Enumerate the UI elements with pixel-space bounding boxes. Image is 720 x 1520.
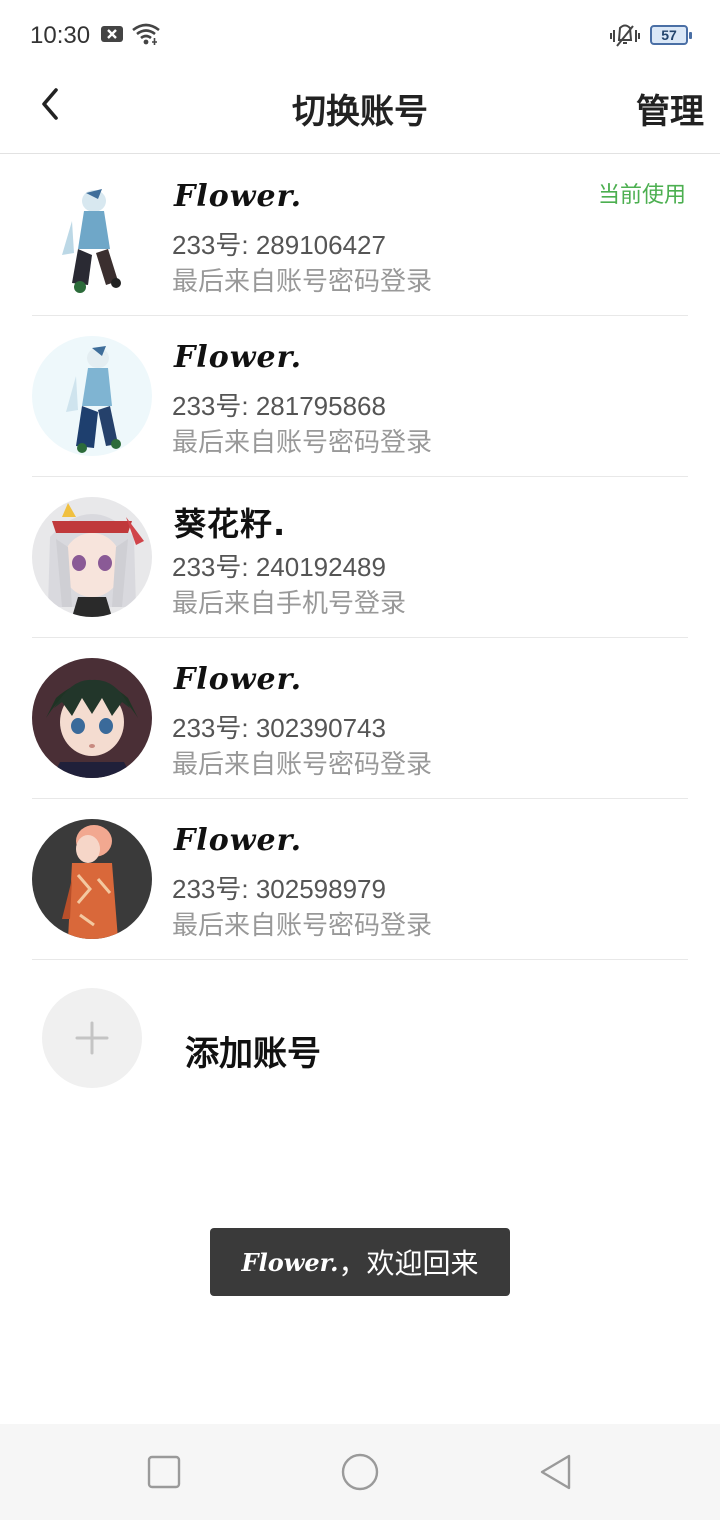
account-login-source: 最后来自账号密码登录	[172, 428, 433, 458]
avatar	[32, 175, 152, 295]
add-account-circle	[42, 988, 142, 1088]
avatar	[32, 497, 152, 617]
chevron-left-icon	[42, 88, 58, 120]
divider	[32, 959, 688, 960]
home-circle-icon[interactable]	[340, 1452, 380, 1492]
back-button[interactable]	[30, 82, 74, 126]
account-item[interactable]: 葵花籽. 233号: 240192489 最后来自手机号登录	[0, 477, 720, 638]
battery-icon: 57	[650, 25, 692, 45]
account-uid: 233号: 281795868	[172, 391, 386, 421]
account-login-source: 最后来自账号密码登录	[172, 911, 433, 941]
account-nickname: Flower.	[174, 340, 303, 375]
account-uid: 233号: 302390743	[172, 713, 386, 743]
toast-name: Flower.	[241, 1247, 339, 1277]
account-login-source: 最后来自账号密码登录	[172, 267, 433, 297]
account-item[interactable]: Flower. 233号: 289106427 最后来自账号密码登录 当前使用	[0, 155, 720, 316]
account-nickname: Flower.	[174, 823, 303, 858]
app-header: 切换账号 管理	[0, 72, 720, 154]
toast-message: ，欢迎回来	[338, 1247, 479, 1280]
plus-icon	[75, 1021, 109, 1055]
manage-button[interactable]: 管理	[636, 84, 704, 133]
account-login-source: 最后来自账号密码登录	[172, 750, 433, 780]
account-list: Flower. 233号: 289106427 最后来自账号密码登录 当前使用 …	[0, 155, 720, 960]
account-uid: 233号: 289106427	[172, 230, 386, 260]
recents-square-icon[interactable]	[144, 1452, 184, 1492]
avatar	[32, 819, 152, 939]
back-triangle-icon[interactable]	[536, 1452, 576, 1492]
avatar	[32, 336, 152, 456]
notification-x-icon	[101, 24, 123, 48]
account-item[interactable]: Flower. 233号: 302390743 最后来自账号密码登录	[0, 638, 720, 799]
system-nav-bar	[0, 1424, 720, 1520]
add-account-label: 添加账号	[185, 1034, 321, 1074]
account-uid: 233号: 240192489	[172, 552, 386, 582]
status-bar: 10:30 57	[0, 0, 720, 72]
account-item[interactable]: Flower. 233号: 302598979 最后来自账号密码登录	[0, 799, 720, 960]
status-time: 10:30	[30, 22, 91, 49]
current-account-badge: 当前使用	[597, 183, 686, 208]
wifi-icon	[131, 22, 161, 50]
account-nickname: Flower.	[174, 179, 303, 214]
avatar	[32, 658, 152, 778]
vibrate-icon	[610, 24, 640, 52]
welcome-toast: Flower. ，欢迎回来	[210, 1228, 510, 1296]
add-account-button[interactable]: 添加账号	[0, 988, 720, 1092]
page-title: 切换账号	[292, 92, 428, 132]
account-nickname: Flower.	[174, 662, 303, 697]
account-nickname: 葵花籽.	[174, 505, 287, 543]
account-login-source: 最后来自手机号登录	[172, 589, 407, 619]
account-uid: 233号: 302598979	[172, 874, 386, 904]
account-item[interactable]: Flower. 233号: 281795868 最后来自账号密码登录	[0, 316, 720, 477]
